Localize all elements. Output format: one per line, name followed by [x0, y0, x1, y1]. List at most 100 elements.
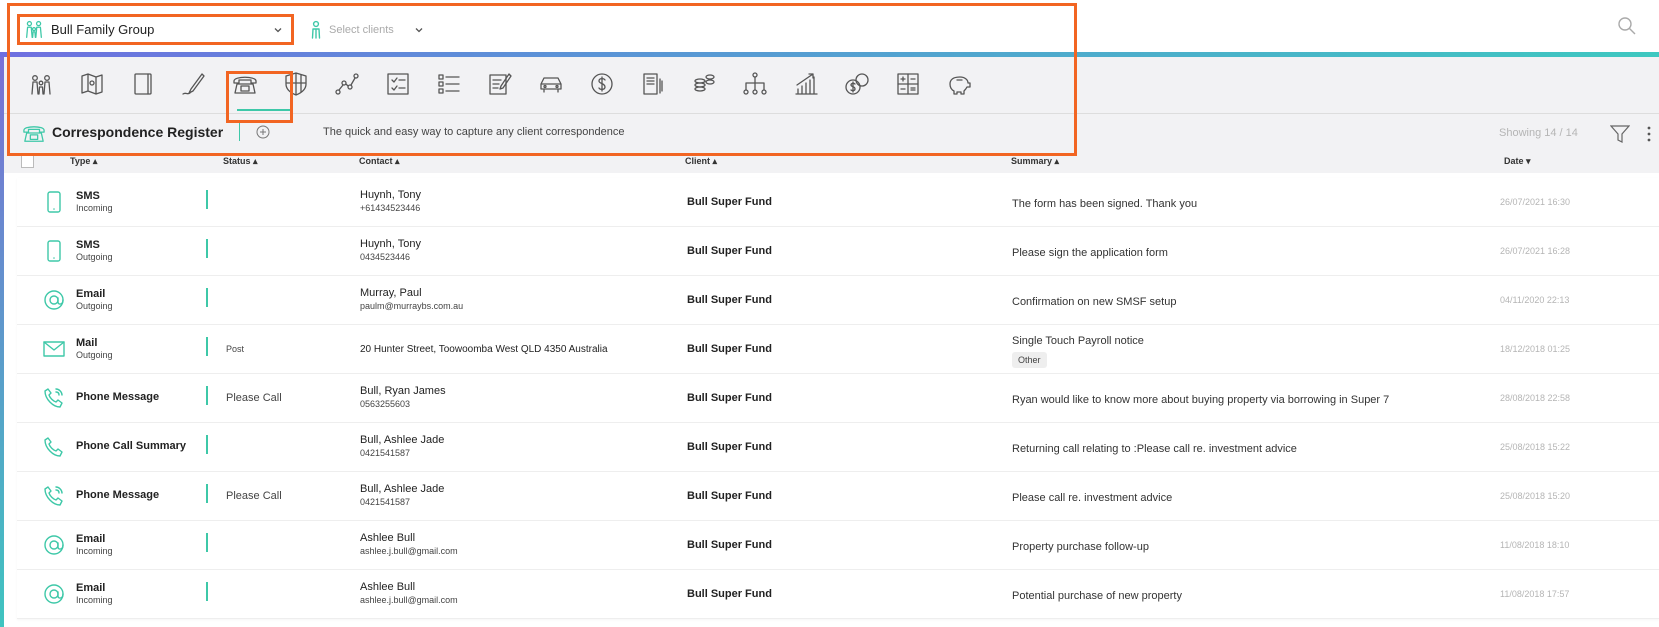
- client-name: Bull Super Fund: [687, 441, 772, 453]
- table-row[interactable]: Email Outgoing Murray, Paul paulm@murraybs.…: [17, 276, 1659, 325]
- envelope-icon: [43, 337, 65, 361]
- at-icon: [43, 533, 65, 557]
- phone-icon: [43, 435, 65, 459]
- client-name: Bull Super Fund: [687, 245, 772, 257]
- table-body: SMS Incoming Huynh, Tony +61434523446 Bull S…: [17, 178, 1659, 619]
- summary-text: The form has been signed. Thank you: [1012, 198, 1198, 210]
- direction-label: Incoming: [76, 546, 113, 556]
- column-summary[interactable]: Summary ▴: [1011, 156, 1059, 167]
- group-name: Bull Family Group: [51, 22, 155, 37]
- type-status-divider: [206, 435, 208, 454]
- at-icon: [43, 288, 65, 312]
- type-cell: Email Incoming: [76, 533, 113, 556]
- direction-label: Incoming: [76, 595, 113, 605]
- filter-icon[interactable]: [1610, 124, 1630, 144]
- contact-name: Ashlee Bull: [360, 581, 416, 593]
- piggy-bank-icon: [949, 76, 971, 95]
- group-selector[interactable]: Bull Family Group: [17, 14, 294, 45]
- contact-name: Murray, Paul: [360, 287, 422, 299]
- checklist-icon: [387, 73, 409, 95]
- type-cell: SMS Outgoing: [76, 239, 113, 262]
- column-date[interactable]: Date ▾: [1504, 156, 1531, 167]
- top-header: Bull Family Group Select clients: [0, 0, 1659, 55]
- type-cell: Mail Outgoing: [76, 337, 113, 360]
- table-row[interactable]: Email Incoming Ashlee Bull ashlee.j.bull@gm…: [17, 521, 1659, 570]
- select-all-checkbox[interactable]: [21, 155, 34, 168]
- family-icon: [31, 75, 51, 95]
- type-label: Phone Message: [76, 489, 160, 501]
- tool-checklist[interactable]: [381, 67, 415, 101]
- contact-cell: Bull, Ashlee Jade 0421541587: [360, 434, 444, 458]
- type-status-divider: [206, 190, 208, 209]
- summary-text: Single Touch Payroll notice: [1012, 335, 1144, 347]
- tool-dollar[interactable]: [585, 67, 619, 101]
- tool-list[interactable]: [432, 67, 466, 101]
- tool-documents[interactable]: [636, 67, 670, 101]
- tool-calculator[interactable]: [891, 67, 925, 101]
- search-icon[interactable]: [1617, 16, 1637, 36]
- tool-coins[interactable]: [687, 67, 721, 101]
- add-circle-icon[interactable]: [256, 125, 270, 139]
- tool-family[interactable]: [24, 67, 58, 101]
- tool-hierarchy[interactable]: [738, 67, 772, 101]
- graph-icon: [335, 73, 359, 95]
- table-row[interactable]: SMS Outgoing Huynh, Tony 0434523446 Bull Sup…: [17, 227, 1659, 276]
- column-type[interactable]: Type ▴: [70, 156, 97, 167]
- table-row[interactable]: Email Incoming Ashlee Bull ashlee.j.bull@gm…: [17, 570, 1659, 619]
- client-selector[interactable]: Select clients: [309, 17, 424, 43]
- tool-car[interactable]: [534, 67, 568, 101]
- documents-icon: [643, 73, 663, 95]
- status-text: Please Call: [226, 392, 282, 404]
- summary-text: Property purchase follow-up: [1012, 541, 1149, 553]
- calculator-icon: [897, 73, 919, 95]
- phone-message-icon: [43, 484, 65, 508]
- client-name: Bull Super Fund: [687, 392, 772, 404]
- type-cell: Phone Call Summary: [76, 440, 186, 452]
- more-options-icon[interactable]: [1646, 125, 1652, 143]
- tool-growth[interactable]: [789, 67, 823, 101]
- client-name: Bull Super Fund: [687, 343, 772, 355]
- tool-graph[interactable]: [330, 67, 364, 101]
- tool-correspondence[interactable]: [228, 67, 262, 101]
- contact-cell: Bull, Ashlee Jade 0421541587: [360, 483, 444, 507]
- type-label: Phone Call Summary: [76, 440, 187, 452]
- tool-edit-doc[interactable]: [483, 67, 517, 101]
- type-status-divider: [206, 533, 208, 552]
- list-icon: [438, 74, 460, 94]
- type-status-divider: [206, 582, 208, 601]
- column-contact[interactable]: Contact ▴: [359, 156, 400, 167]
- client-name: Bull Super Fund: [687, 490, 772, 502]
- tool-shield[interactable]: [279, 67, 313, 101]
- table-row[interactable]: Phone Message Please Call Bull, Ashlee Jad…: [17, 472, 1659, 521]
- column-client[interactable]: Client ▴: [685, 156, 717, 167]
- contact-name: Bull, Ashlee Jade: [360, 434, 445, 446]
- date-text: 11/08/2018 17:57: [1500, 589, 1570, 599]
- telephone-icon: [23, 126, 45, 142]
- table-row[interactable]: Mail Outgoing Post 20 Hunter Street, Toowoo…: [17, 325, 1659, 374]
- chevron-down-icon[interactable]: [414, 25, 424, 35]
- type-label: Email: [76, 533, 106, 545]
- contact-detail: 0563255603: [360, 399, 411, 409]
- chevron-down-icon[interactable]: [273, 25, 283, 35]
- contact-cell: Huynh, Tony +61434523446: [360, 189, 421, 213]
- table-row[interactable]: Phone Message Please Call Bull, Ryan James…: [17, 374, 1659, 423]
- person-icon: [311, 20, 321, 39]
- tool-piggy-bank[interactable]: [942, 67, 976, 101]
- direction-label: Outgoing: [76, 350, 113, 360]
- date-text: 25/08/2018 15:22: [1500, 442, 1571, 452]
- tool-pen[interactable]: [177, 67, 211, 101]
- active-tab-indicator: [237, 109, 291, 111]
- tool-map[interactable]: [75, 67, 109, 101]
- type-status-divider: [206, 239, 208, 258]
- table-row[interactable]: Phone Call Summary Bull, Ashlee Jade 04215…: [17, 423, 1659, 472]
- tool-money[interactable]: [840, 67, 874, 101]
- table-row[interactable]: SMS Incoming Huynh, Tony +61434523446 Bull S…: [17, 178, 1659, 227]
- tool-notebook[interactable]: [126, 67, 160, 101]
- summary-text: Potential purchase of new property: [1012, 590, 1182, 602]
- contact-detail: 0421541587: [360, 448, 411, 458]
- date-text: 28/08/2018 22:58: [1500, 393, 1571, 403]
- column-status[interactable]: Status ▴: [223, 156, 258, 167]
- title-separator: [239, 123, 240, 141]
- date-text: 25/08/2018 15:20: [1500, 491, 1571, 501]
- hierarchy-icon: [743, 72, 767, 95]
